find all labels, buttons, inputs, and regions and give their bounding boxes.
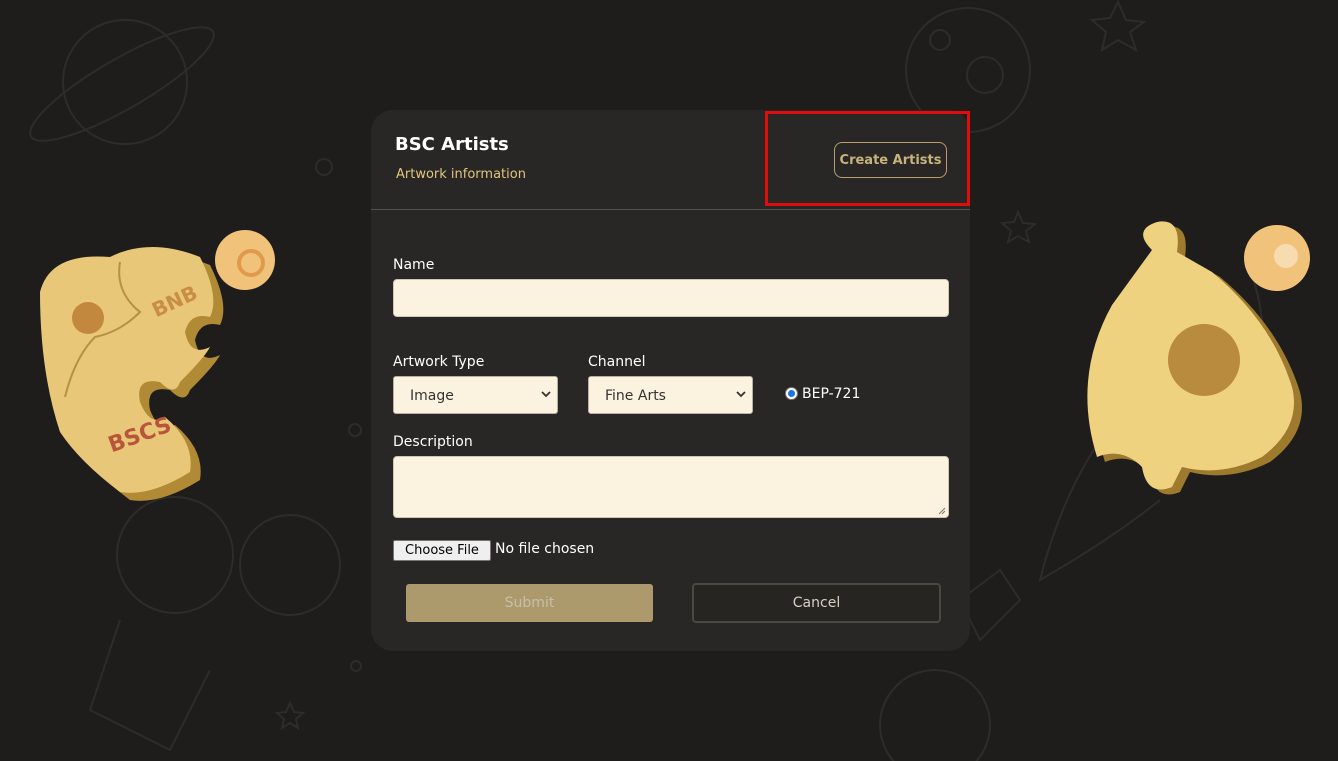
star-doodle: [1089, 0, 1147, 53]
right-puzzle-graphic: [1087, 221, 1310, 495]
name-input[interactable]: [393, 279, 949, 317]
choose-file-button[interactable]: Choose File: [393, 540, 491, 561]
resize-handle-icon[interactable]: [938, 507, 946, 515]
description-label: Description: [393, 434, 473, 450]
planet-doodle: [62, 19, 188, 145]
artwork-type-value: Image: [410, 388, 454, 404]
astronaut-doodle: [116, 496, 234, 614]
submit-button[interactable]: Submit: [406, 584, 653, 622]
chevron-down-icon: [736, 391, 746, 398]
page-title: BSC Artists: [395, 134, 509, 155]
name-label: Name: [393, 257, 435, 273]
card-header: BSC Artists Artwork information Create A…: [371, 110, 970, 210]
bep721-radio[interactable]: [785, 387, 798, 400]
channel-value: Fine Arts: [605, 388, 666, 404]
page-subtitle: Artwork information: [396, 167, 526, 182]
description-textarea[interactable]: [393, 456, 949, 518]
chevron-down-icon: [541, 391, 551, 398]
file-status: No file chosen: [495, 541, 595, 557]
artwork-type-select[interactable]: Image: [393, 376, 558, 414]
artist-form-card: BSC Artists Artwork information Create A…: [371, 110, 970, 651]
left-puzzle-graphic: BNB BSCS: [40, 230, 275, 501]
cancel-button[interactable]: Cancel: [692, 583, 941, 623]
channel-label: Channel: [588, 354, 646, 370]
artwork-type-label: Artwork Type: [393, 354, 485, 370]
bep721-label[interactable]: BEP-721: [802, 386, 860, 402]
radio-selected-dot: [788, 390, 795, 397]
channel-select[interactable]: Fine Arts: [588, 376, 753, 414]
create-artists-button[interactable]: Create Artists: [834, 142, 947, 178]
